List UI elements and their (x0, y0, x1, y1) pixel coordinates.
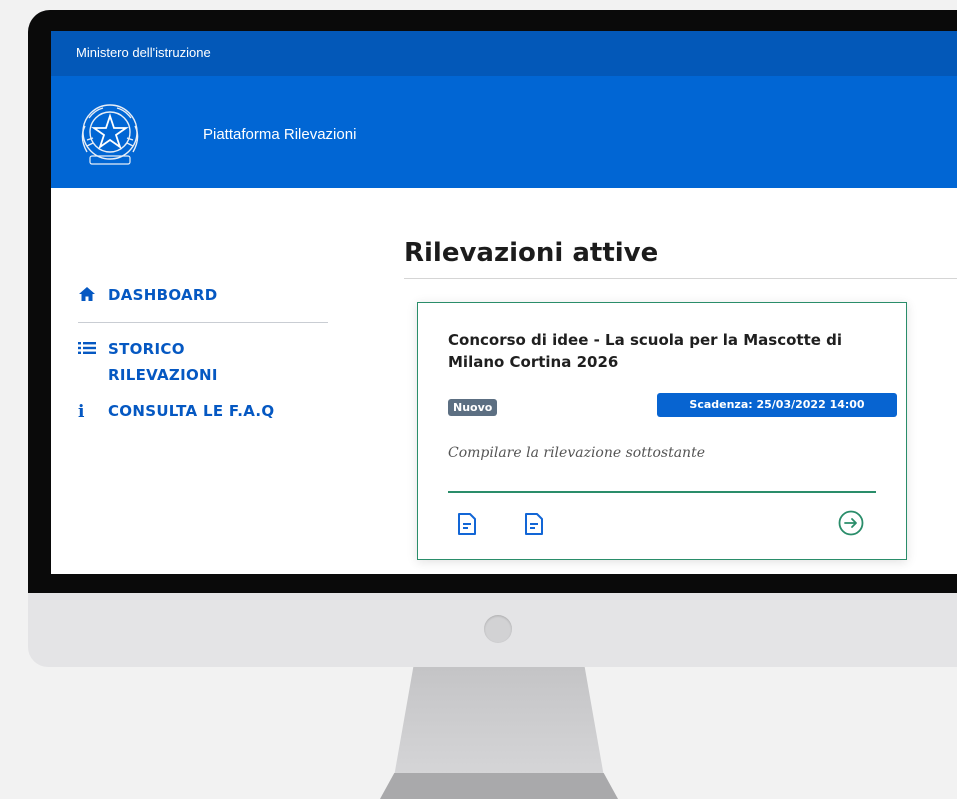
monitor-logo-dot (484, 615, 512, 643)
sidebar-item-faq[interactable]: i CONSULTA LE F.A.Q (78, 402, 328, 422)
platform-title[interactable]: Piattaforma Rilevazioni (203, 126, 356, 143)
document-icon[interactable] (523, 512, 545, 536)
survey-card[interactable]: Concorso di idee - La scuola per la Masc… (417, 302, 907, 560)
ministry-label[interactable]: Ministero dell'istruzione (76, 45, 211, 60)
survey-subtitle: Compilare la rilevazione sottostante (448, 445, 705, 461)
deadline-badge: Scadenza: 25/03/2022 14:00 (657, 393, 897, 417)
list-icon (78, 341, 108, 388)
sidebar-item-storico[interactable]: STORICO RILEVAZIONI (78, 340, 328, 388)
page-title: Rilevazioni attive (404, 238, 659, 268)
sidebar-divider (78, 322, 328, 323)
sidebar-item-label: DASHBOARD (108, 286, 218, 304)
monitor-stand-base (380, 773, 618, 799)
sidebar-item-label: STORICO RILEVAZIONI (108, 340, 218, 384)
screen: Ministero dell'istruzione Piattaforma Ri… (51, 31, 957, 574)
home-icon (78, 286, 108, 306)
sidebar-item-label: CONSULTA LE F.A.Q (108, 402, 275, 420)
title-divider (404, 278, 957, 279)
sidebar-item-dashboard[interactable]: DASHBOARD (78, 286, 328, 306)
card-divider (448, 491, 876, 493)
status-badge: Nuovo (448, 399, 498, 416)
site-header: Piattaforma Rilevazioni (51, 76, 957, 188)
survey-title[interactable]: Concorso di idee - La scuola per la Masc… (448, 329, 878, 373)
top-bar: Ministero dell'istruzione (51, 31, 957, 76)
info-icon: i (78, 402, 85, 422)
sidebar-nav: DASHBOARD STORICO RILEVAZIONI i CONSULTA… (78, 286, 328, 422)
arrow-right-circle-icon[interactable] (837, 509, 865, 537)
italian-republic-emblem-icon[interactable] (75, 96, 145, 172)
document-icon[interactable] (456, 512, 478, 536)
